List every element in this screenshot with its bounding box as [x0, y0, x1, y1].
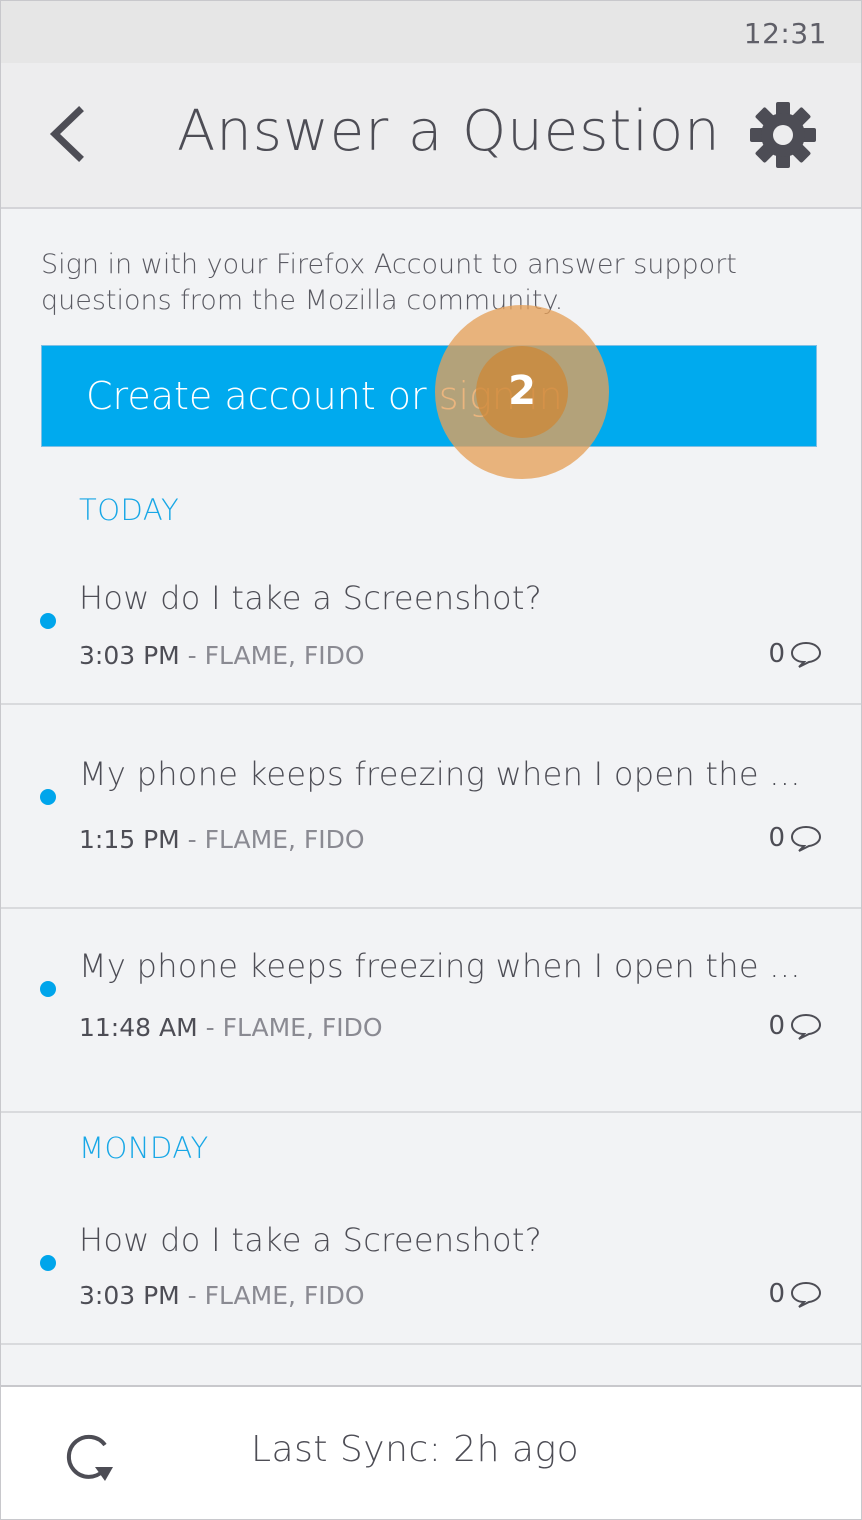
question-item[interactable]: My phone keeps freezing when I open the … — [1, 909, 861, 1113]
comment-bubble-icon — [790, 1013, 822, 1040]
question-title: My phone keeps freezing when I open the … — [79, 755, 801, 793]
status-time: 12:31 — [743, 17, 827, 50]
question-item[interactable]: My phone keeps freezing when I open the … — [1, 705, 861, 909]
last-sync-text: Last Sync: 2h ago — [251, 1429, 580, 1470]
create-account-or-sign-in-button[interactable]: Create account or sign in — [41, 345, 817, 447]
meta-separator: - — [179, 641, 205, 670]
question-time: 3:03 PM — [79, 641, 180, 670]
comment-bubble-icon — [790, 641, 822, 668]
reply-count-value: 0 — [768, 1279, 785, 1309]
comment-bubble-icon — [790, 825, 822, 852]
back-button[interactable] — [37, 103, 97, 165]
question-meta: 3:03 PM - FLAME, FIDO — [79, 641, 365, 670]
question-tags: FLAME, FIDO — [222, 1013, 383, 1042]
question-item[interactable]: How do I take a Screenshot? 3:03 PM - FL… — [1, 1141, 861, 1345]
sync-button[interactable] — [59, 1427, 117, 1485]
question-title: My phone keeps freezing when I open the … — [79, 947, 801, 985]
question-title: How do I take a Screenshot? — [79, 1221, 543, 1259]
meta-separator: - — [179, 1281, 205, 1310]
reply-count: 0 — [768, 823, 823, 853]
reply-count: 0 — [768, 1011, 823, 1041]
reply-count-value: 0 — [768, 639, 785, 669]
question-tags: FLAME, FIDO — [204, 825, 365, 854]
bottom-bar: Last Sync: 2h ago — [1, 1385, 861, 1519]
unread-dot — [40, 613, 56, 629]
reply-count: 0 — [768, 1279, 823, 1309]
question-time: 3:03 PM — [79, 1281, 180, 1310]
question-tags: FLAME, FIDO — [204, 641, 365, 670]
meta-separator: - — [197, 1013, 223, 1042]
question-time: 11:48 AM — [79, 1013, 198, 1042]
app-frame: 12:31 Answer a Question Sign in with you… — [0, 0, 862, 1520]
question-meta: 11:48 AM - FLAME, FIDO — [79, 1013, 383, 1042]
reply-count-value: 0 — [768, 823, 785, 853]
question-meta: 1:15 PM - FLAME, FIDO — [79, 825, 365, 854]
unread-dot — [40, 789, 56, 805]
status-bar: 12:31 — [1, 1, 861, 63]
signin-intro-text: Sign in with your Firefox Account to ans… — [41, 249, 737, 316]
reply-count: 0 — [768, 639, 823, 669]
gear-icon — [750, 102, 816, 168]
comment-bubble-icon — [790, 1281, 822, 1308]
page-title: Answer a Question — [177, 99, 721, 164]
settings-button[interactable] — [749, 101, 817, 169]
question-list-area: Sign in with your Firefox Account to ans… — [1, 211, 861, 1385]
unread-dot — [40, 1255, 56, 1271]
question-time: 1:15 PM — [79, 825, 180, 854]
question-meta: 3:03 PM - FLAME, FIDO — [79, 1281, 365, 1310]
header: Answer a Question — [1, 63, 861, 209]
chevron-left-icon — [49, 106, 84, 162]
reply-count-value: 0 — [768, 1011, 785, 1041]
question-item[interactable]: How do I take a Screenshot? 3:03 PM - FL… — [1, 501, 861, 705]
meta-separator: - — [179, 825, 205, 854]
refresh-icon — [66, 1434, 113, 1481]
question-tags: FLAME, FIDO — [204, 1281, 365, 1310]
unread-dot — [40, 981, 56, 997]
question-title: How do I take a Screenshot? — [79, 579, 543, 617]
